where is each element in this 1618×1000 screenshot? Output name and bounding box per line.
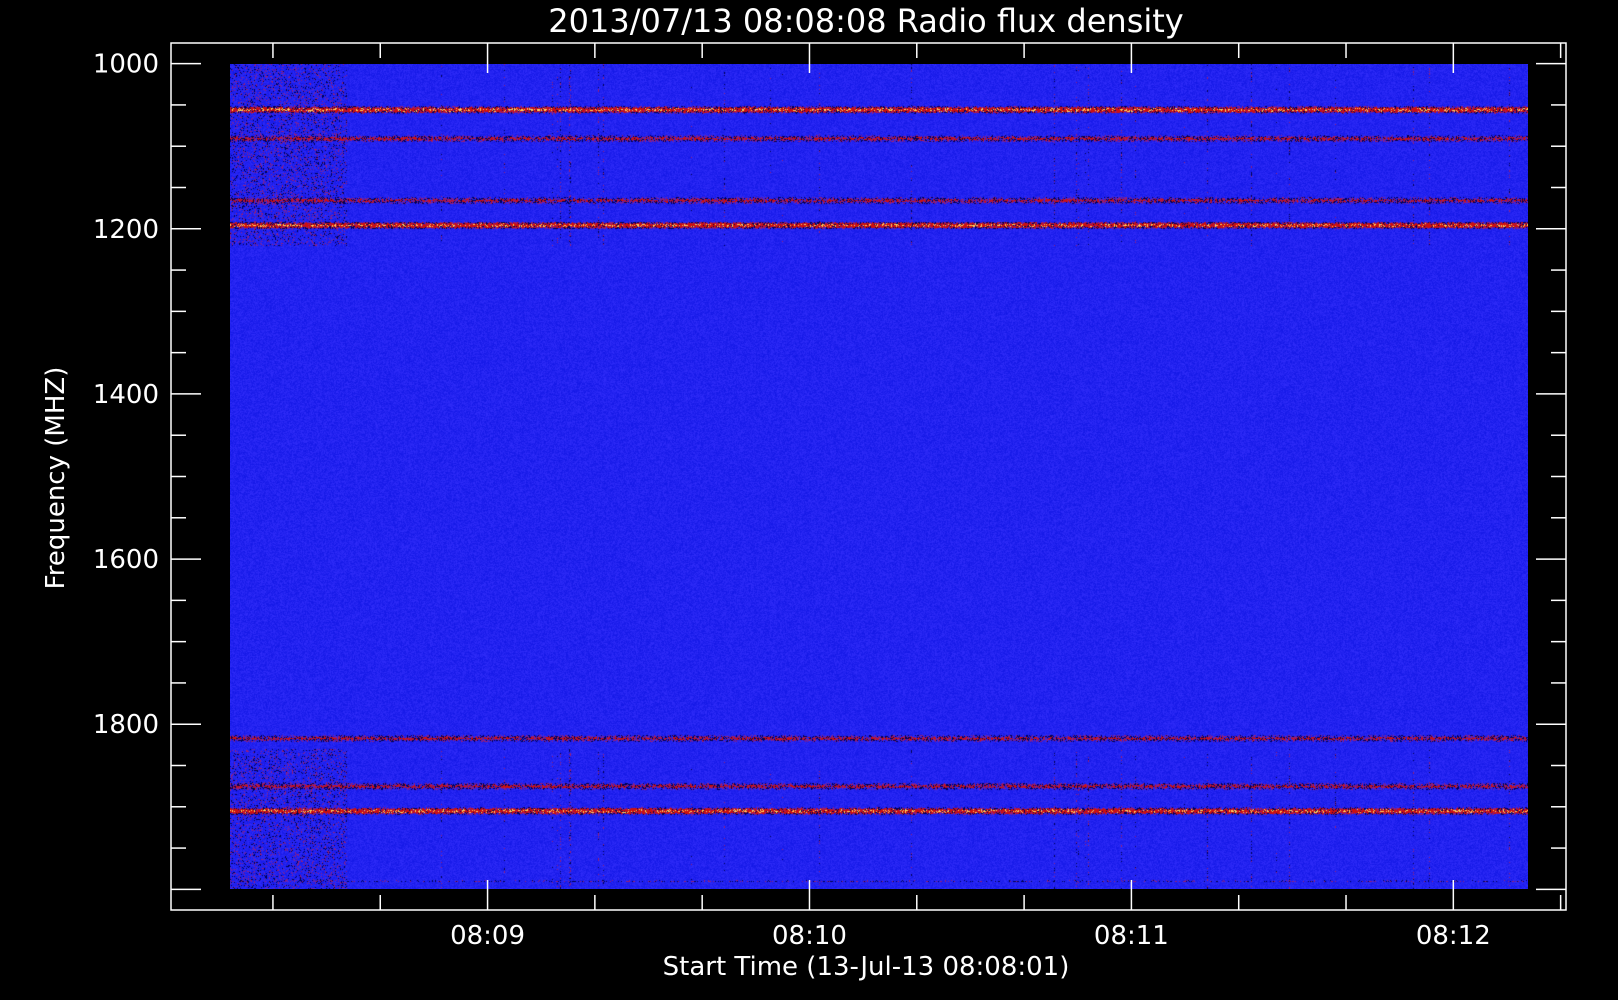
x-tick-label: 08:12 bbox=[1416, 921, 1491, 951]
spectrogram-chart: 2013/07/13 08:08:08 Radio flux density 1… bbox=[0, 0, 1618, 1000]
y-tick-label: 1200 bbox=[93, 215, 159, 245]
x-tick-label: 08:11 bbox=[1094, 921, 1169, 951]
chart-title: 2013/07/13 08:08:08 Radio flux density bbox=[548, 2, 1183, 40]
y-axis-title: Frequency (MHZ) bbox=[41, 367, 71, 590]
y-tick-label: 1400 bbox=[93, 380, 159, 410]
y-tick-label: 1800 bbox=[93, 710, 159, 740]
y-tick-label: 1000 bbox=[93, 50, 159, 80]
x-axis-title: Start Time (13-Jul-13 08:08:01) bbox=[663, 952, 1070, 982]
x-tick-label: 08:10 bbox=[772, 921, 847, 951]
spectrogram-image bbox=[230, 64, 1528, 889]
y-tick-label: 1600 bbox=[93, 545, 159, 575]
x-tick-label: 08:09 bbox=[450, 921, 525, 951]
